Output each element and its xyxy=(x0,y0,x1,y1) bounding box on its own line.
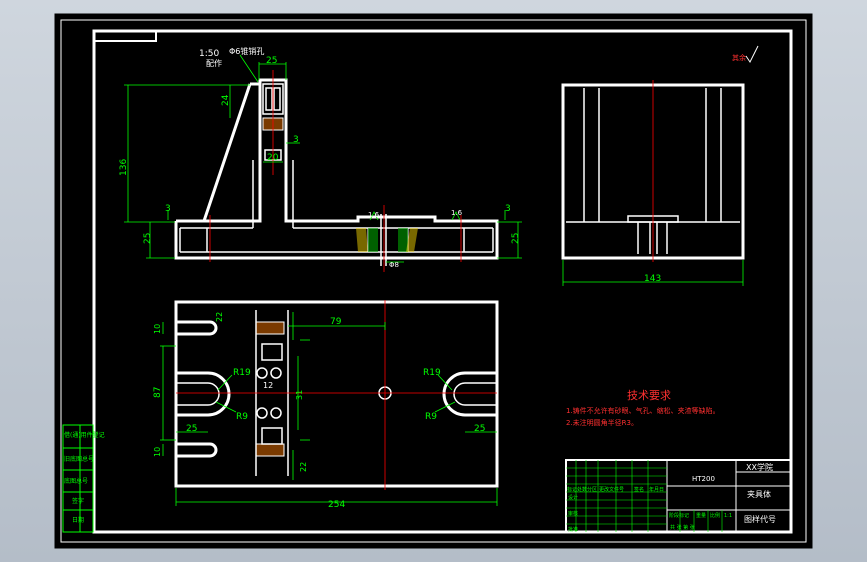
dim-right-r9: R9 xyxy=(425,412,437,422)
dim-base-height-left: 25 xyxy=(143,233,153,244)
dim-22-top: 22 xyxy=(215,312,224,322)
dim-22-bottom: 22 xyxy=(299,462,308,472)
dim-slot-10-bottom: 10 xyxy=(153,447,162,457)
dim-total-height: 136 xyxy=(119,159,129,176)
dim-rib-height: 24 xyxy=(221,94,231,106)
dim-height-87: 87 xyxy=(153,387,163,398)
roughness-left: 1.6 xyxy=(368,211,380,219)
dim-slot-10-top: 10 xyxy=(153,324,162,334)
dim-right-25: 25 xyxy=(474,424,485,434)
tech-requirement-item: 1.铸件不允许有砂眼、气孔、缩松、夹渣等缺陷。 xyxy=(566,406,720,415)
dim-left-r19: R19 xyxy=(233,368,251,378)
hole-label: Φ8 xyxy=(389,261,399,269)
dim-step-left: 3 xyxy=(165,204,171,214)
tb-scale-value: 1:1 xyxy=(724,513,732,519)
dim-left-25: 25 xyxy=(186,424,197,434)
pin-hole-note: Φ6锥销孔 xyxy=(229,46,264,56)
dim-slot-depth: 3 xyxy=(293,135,299,145)
tb-row-label: 标记 xyxy=(567,486,577,493)
dim-31: 31 xyxy=(295,390,304,400)
side-strip-label: 借(通)用件登记 xyxy=(64,431,105,439)
part-name: 夹具体 xyxy=(747,489,771,499)
dim-side-width: 143 xyxy=(644,274,661,284)
tb-designer: 设计 xyxy=(568,494,578,501)
dim-right-r19: R19 xyxy=(423,368,441,378)
tb-checker: 审核 xyxy=(568,510,578,517)
tb-row-label: 处数 xyxy=(577,486,587,493)
drawing-background xyxy=(54,13,813,549)
side-strip-label: 旧底图总号 xyxy=(64,455,94,463)
scale-note: 1:50 xyxy=(199,49,219,59)
tb-weight: 重量 xyxy=(696,512,706,519)
school-label: XX学院 xyxy=(746,462,773,472)
dim-offset-79: 79 xyxy=(330,317,342,327)
dim-total-length: 254 xyxy=(328,500,345,510)
side-strip-label: 签字 xyxy=(72,497,84,505)
drawing-number: 图样代号 xyxy=(744,514,776,524)
dim-base-height-right: 25 xyxy=(511,233,521,244)
dim-slot-width: 20 xyxy=(267,153,279,163)
fit-note: 配作 xyxy=(206,58,222,68)
tech-requirements-title: 技术要求 xyxy=(627,389,671,402)
material-label: HT200 xyxy=(692,475,715,483)
tb-approve: 批准 xyxy=(568,526,578,533)
tech-requirement-item: 2.未注明圆角半径R3。 xyxy=(566,418,638,427)
tb-scale-label: 比例 xyxy=(710,512,720,519)
tb-row-label: 年月日 xyxy=(649,486,664,493)
side-strip-label: 日期 xyxy=(72,516,84,524)
tb-sheet: 共 张 第 张 xyxy=(670,524,695,531)
tb-row-label: 分区 xyxy=(587,486,597,493)
dim-step-right: 3 xyxy=(505,204,511,214)
dim-left-r9: R9 xyxy=(236,412,248,422)
roughness-other-text: 其余 xyxy=(732,53,746,62)
tb-row-label: 签名 xyxy=(634,486,644,493)
side-strip-label: 底图总号 xyxy=(64,477,88,485)
cad-drawing-canvas: 借(通)用件登记 旧底图总号 底图总号 签字 日期 1:50 Φ6锥销孔 配作 … xyxy=(54,13,813,549)
dim-12: 12 xyxy=(263,381,273,390)
roughness-right: 1.6 xyxy=(451,209,463,217)
tb-row-label: 更改文件号 xyxy=(599,486,624,493)
dim-top-width: 25 xyxy=(266,56,277,66)
tb-stage: 阶段标记 xyxy=(669,512,689,519)
